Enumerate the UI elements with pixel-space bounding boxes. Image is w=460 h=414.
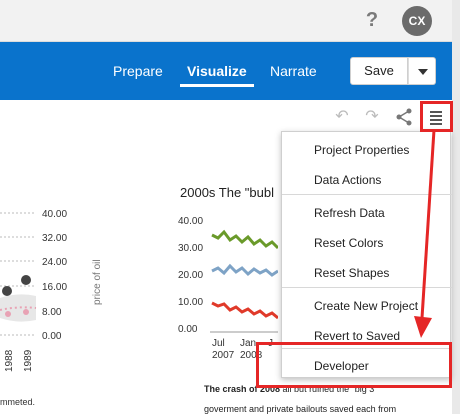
x-tick: Jul — [212, 338, 225, 349]
save-button[interactable]: Save — [350, 57, 408, 85]
left-chart-point — [23, 309, 29, 315]
y-tick: 16.00 — [42, 282, 67, 293]
y-tick: 24.00 — [42, 257, 67, 268]
page-scrollbar[interactable] — [452, 0, 460, 414]
right-chart-caption-line2: goverment and private bailouts saved eac… — [204, 404, 397, 414]
redo-icon[interactable]: ↷ — [362, 108, 382, 126]
series-green-line — [211, 229, 278, 250]
left-chart: 40.00 32.00 24.00 16.00 8.00 0.00 price … — [0, 209, 103, 372]
left-chart-point — [21, 275, 31, 285]
y-tick: 32.00 — [42, 233, 67, 244]
y-tick: 0.00 — [178, 324, 198, 335]
top-bar: ? CX — [0, 0, 460, 42]
tab-narrate[interactable]: Narrate — [270, 62, 317, 82]
share-icon-graphic — [396, 108, 412, 126]
nav-bar: Prepare Visualize Narrate Save — [0, 42, 452, 100]
undo-icon[interactable]: ↶ — [332, 108, 352, 126]
user-avatar[interactable]: CX — [402, 6, 432, 36]
x-tick: 2007 — [212, 350, 235, 361]
x-tick: 1988 — [4, 349, 15, 372]
series-red-line — [211, 301, 278, 320]
save-options-chevron-down-icon[interactable] — [408, 57, 436, 85]
series-blue-line — [211, 263, 278, 277]
y-tick: 8.00 — [42, 307, 62, 318]
tab-prepare[interactable]: Prepare — [113, 62, 163, 82]
left-chart-point — [5, 311, 11, 317]
annotation-arrow — [414, 129, 436, 338]
left-chart-caption: mmeted. — [0, 397, 36, 407]
left-chart-point — [2, 286, 12, 296]
y-tick: 0.00 — [42, 331, 62, 342]
y-axis-label: price of oil — [92, 259, 103, 305]
tab-visualize[interactable]: Visualize — [180, 62, 254, 87]
share-icon[interactable] — [394, 108, 414, 126]
x-tick: 1989 — [23, 349, 34, 372]
help-icon[interactable]: ? — [362, 8, 382, 32]
y-tick: 40.00 — [42, 209, 67, 220]
x-tick: Jan — [240, 338, 256, 349]
highlight-developer-item — [256, 342, 452, 388]
y-tick: 20.00 — [178, 270, 203, 281]
y-tick: 30.00 — [178, 243, 203, 254]
y-tick: 10.00 — [178, 297, 203, 308]
y-tick: 40.00 — [178, 216, 203, 227]
